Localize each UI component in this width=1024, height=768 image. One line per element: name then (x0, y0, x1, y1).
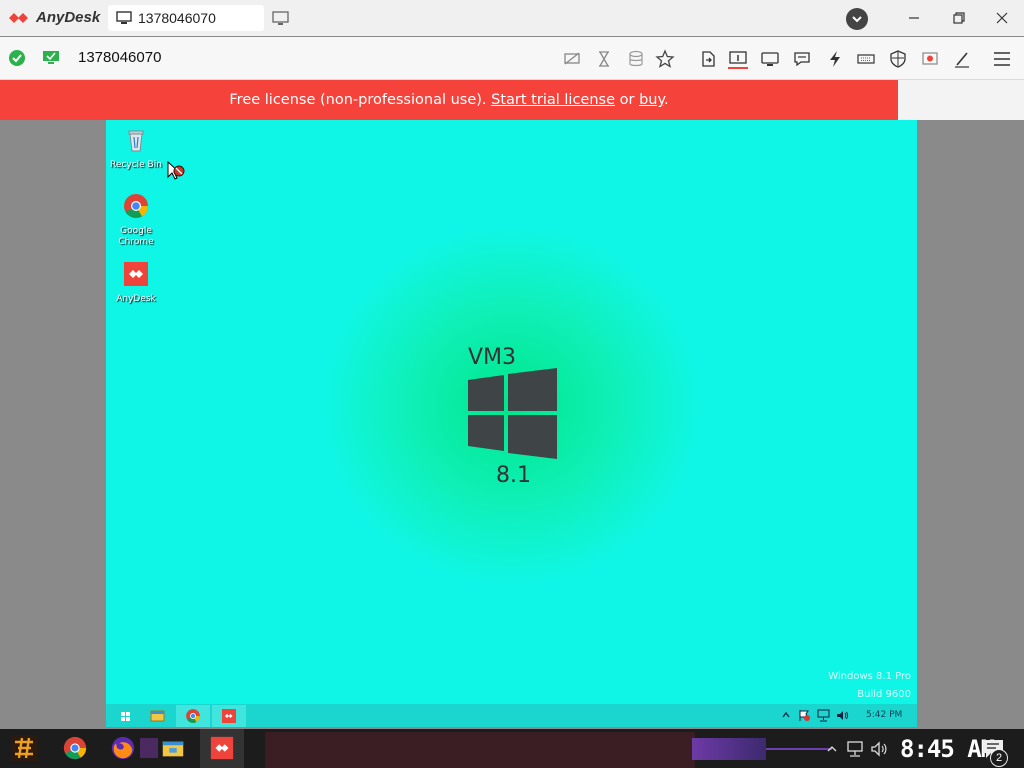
tab-label: 1378046070 (138, 10, 216, 26)
notification-count-badge: 2 (990, 749, 1008, 767)
local-anydesk-taskbar-button[interactable] (200, 729, 244, 768)
minimize-button[interactable] (904, 8, 924, 28)
menu-hamburger-icon[interactable] (992, 49, 1012, 69)
remote-desktop-view[interactable]: Recycle Bin Google Chrome AnyDesk VM3 8.… (106, 120, 917, 727)
taskbar-skin-strip (265, 732, 695, 768)
vm-name: VM3 (468, 345, 517, 370)
permissions-shield-icon[interactable] (888, 49, 908, 69)
anydesk-icon (210, 736, 234, 760)
display-1-icon[interactable] (728, 49, 748, 69)
hourglass-icon[interactable] (594, 49, 614, 69)
file-transfer-icon[interactable] (698, 49, 718, 69)
title-bar: AnyDesk 1378046070 (0, 0, 1024, 36)
desktop-icon-label: AnyDesk (116, 294, 156, 304)
chrome-icon (186, 709, 200, 723)
desktop-icon-recycle-bin[interactable]: Recycle Bin (106, 126, 166, 171)
monitor-icon (116, 11, 132, 24)
banner-text-or: or (615, 92, 640, 108)
remote-network-icon[interactable] (817, 709, 830, 722)
banner-text: Free license (non-professional use). (229, 92, 492, 108)
start-trial-link[interactable]: Start trial license (491, 92, 615, 108)
close-button[interactable] (992, 8, 1012, 28)
local-firefox-icon[interactable] (110, 735, 136, 761)
remote-start-icon[interactable] (110, 707, 140, 725)
keyboard-icon[interactable] (856, 49, 876, 69)
recycle-bin-icon (128, 130, 144, 152)
local-taskbar: 8:45 AM 2 (0, 729, 1024, 768)
tab-session[interactable]: 1378046070 (108, 5, 264, 31)
local-file-explorer-icon[interactable] (160, 735, 186, 761)
buy-link[interactable]: buy (639, 92, 664, 108)
session-toolbar: 1378046070 (0, 37, 1024, 80)
windows-watermark: Windows 8.1 Pro Build 9600 (828, 668, 911, 704)
desktop-icon-chrome[interactable]: Google Chrome (106, 192, 166, 248)
desktop-icon-label: Recycle Bin (110, 160, 162, 170)
local-start-icon[interactable] (10, 734, 38, 762)
connection-ok-icon (9, 50, 25, 66)
privacy-icon[interactable] (562, 49, 582, 69)
remote-chrome-taskbar-button[interactable] (176, 705, 210, 727)
remote-explorer-icon[interactable] (142, 707, 172, 725)
app-name: AnyDesk (36, 9, 101, 26)
local-volume-icon[interactable] (870, 740, 888, 758)
local-clock[interactable]: 8:45 AM (900, 735, 995, 763)
license-banner: Free license (non-professional use). Sta… (0, 80, 898, 120)
new-session-icon[interactable] (272, 11, 290, 27)
display-icon[interactable] (760, 49, 780, 69)
taskbar-skin-accent (692, 738, 766, 760)
banner-spacer (898, 80, 1024, 120)
remote-volume-icon[interactable] (836, 709, 849, 722)
record-icon[interactable] (920, 49, 940, 69)
restore-button[interactable] (949, 8, 969, 28)
anydesk-icon (222, 709, 236, 723)
remote-anydesk-taskbar-button[interactable] (212, 705, 246, 727)
whiteboard-pen-icon[interactable] (952, 49, 972, 69)
chevron-down-icon (852, 16, 862, 23)
database-icon[interactable] (626, 49, 646, 69)
account-button[interactable] (846, 8, 868, 30)
remote-cursor-icon (167, 160, 185, 180)
desktop-icon-label: Google Chrome (118, 226, 154, 247)
chat-icon[interactable] (792, 49, 812, 69)
taskbar-skin-line (766, 748, 832, 750)
anydesk-logo-icon (9, 13, 28, 23)
windows-logo-icon (468, 368, 557, 459)
remote-clock[interactable]: 5:42 PM (866, 710, 902, 720)
actions-bolt-icon[interactable] (825, 49, 845, 69)
watermark-edition: Windows 8.1 Pro (828, 671, 911, 682)
remote-action-center-flag-icon[interactable] (798, 709, 811, 722)
local-network-icon[interactable] (846, 740, 864, 758)
desktop-icon-anydesk[interactable]: AnyDesk (106, 260, 166, 305)
chrome-icon (124, 194, 148, 219)
local-app-placeholder[interactable] (140, 738, 158, 758)
remote-monitor-icon[interactable] (42, 50, 60, 65)
favorite-star-icon[interactable] (655, 49, 675, 69)
os-version: 8.1 (496, 463, 531, 488)
address-field[interactable]: 1378046070 (78, 49, 161, 66)
local-tray-chevron-icon[interactable] (826, 743, 838, 755)
watermark-build: Build 9600 (857, 689, 911, 700)
remote-taskbar: 5:42 PM (106, 704, 917, 727)
remote-tray-chevron-icon[interactable] (781, 710, 791, 720)
local-chrome-icon[interactable] (62, 735, 88, 761)
anydesk-icon (124, 262, 148, 286)
banner-text-end: . (664, 92, 669, 108)
